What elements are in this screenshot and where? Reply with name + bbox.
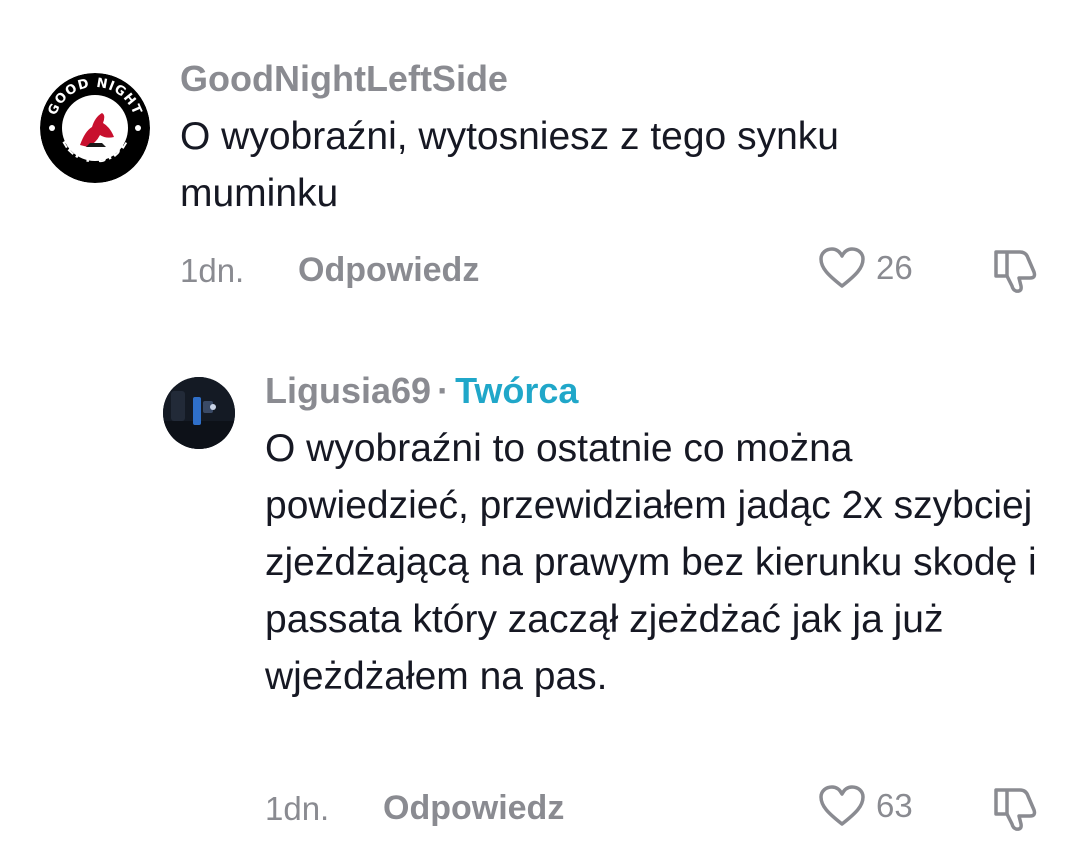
username-line: Ligusia69 · Twórca xyxy=(265,370,578,412)
reply-button[interactable]: Odpowiedz xyxy=(383,789,564,828)
avatar-photo xyxy=(163,377,235,449)
thumbs-down-icon xyxy=(994,788,1037,831)
username-text[interactable]: GoodNightLeftSide xyxy=(180,58,508,99)
separator-dot: · xyxy=(437,370,450,411)
like-button[interactable]: 26 xyxy=(818,246,913,290)
comment-text: O wyobraźni, wytosniesz z tego synku mum… xyxy=(180,115,839,215)
creator-badge: Twórca xyxy=(455,370,579,411)
reply-button[interactable]: Odpowiedz xyxy=(298,251,479,290)
comment-timestamp: 1dn. xyxy=(180,252,245,289)
username[interactable]: GoodNightLeftSide xyxy=(180,58,508,100)
comment-text: O wyobraźni to ostatnie co można powiedz… xyxy=(265,427,1037,698)
good-night-left-side-logo: GOOD NIGHT LEFT SIDE xyxy=(40,73,150,183)
username-text[interactable]: Ligusia69 xyxy=(265,370,431,411)
comment-item: GOOD NIGHT LEFT SIDE GoodNightLeftSide O… xyxy=(0,0,1080,320)
avatar[interactable]: GOOD NIGHT LEFT SIDE xyxy=(40,73,150,183)
like-count: 26 xyxy=(876,249,913,286)
comment-timestamp: 1dn. xyxy=(265,790,330,827)
thumbs-down-icon xyxy=(994,250,1037,293)
dislike-button[interactable] xyxy=(990,244,1042,299)
like-button[interactable]: 63 xyxy=(818,784,913,828)
like-count: 63 xyxy=(876,787,913,824)
heart-outline-icon xyxy=(819,785,865,826)
dislike-button[interactable] xyxy=(990,782,1042,837)
heart-outline-icon xyxy=(819,247,865,288)
reply-comment-item: Ligusia69 · Twórca O wyobraźni to ostatnie… xyxy=(0,340,1080,855)
avatar[interactable] xyxy=(163,377,235,449)
